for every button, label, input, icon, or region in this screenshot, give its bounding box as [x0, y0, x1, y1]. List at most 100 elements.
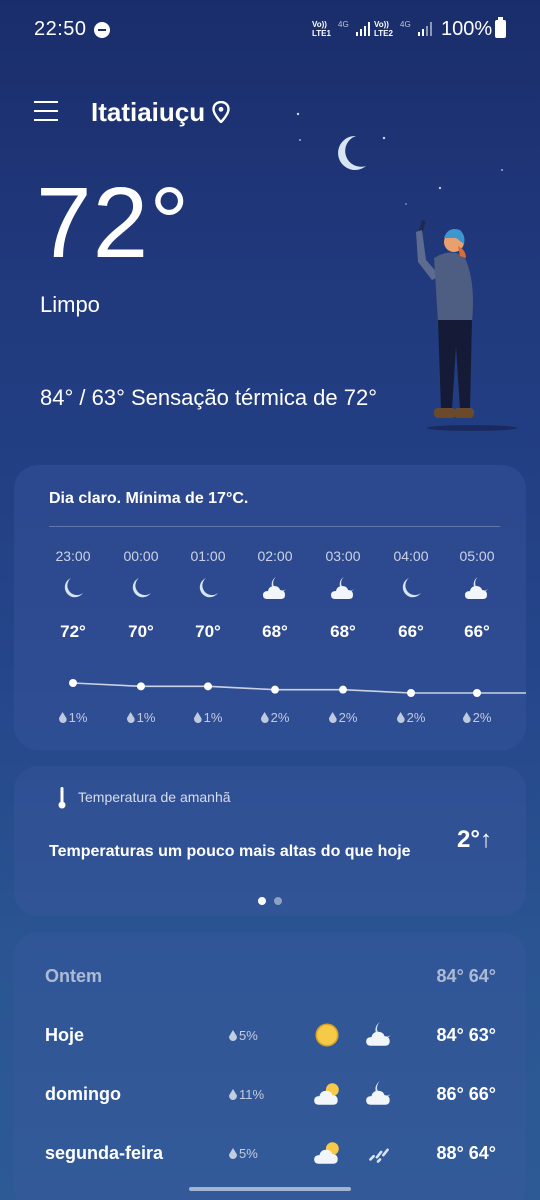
day-name: domingo: [45, 1084, 121, 1104]
moon-cloud-icon: [364, 1079, 394, 1109]
daily-row-yesterday[interactable]: Ontem 84° 64°: [14, 958, 526, 998]
day-precipitation: 5%: [229, 1146, 258, 1161]
page-dot[interactable]: [274, 897, 282, 905]
daily-row[interactable]: domingo 11% 86° 66°: [14, 1076, 526, 1116]
daily-row[interactable]: Hoje 5% 84° 63°: [14, 1017, 526, 1057]
menu-icon[interactable]: [34, 101, 58, 121]
hour-time: 01:00: [190, 548, 226, 564]
status-time: 22:50: [34, 18, 87, 40]
precipitation-value: 11%: [239, 1087, 265, 1102]
raindrop-icon: [328, 712, 337, 723]
temperature-point: [339, 685, 347, 694]
hour-temperature: 72°: [60, 622, 86, 641]
raindrop-icon: [229, 1089, 237, 1100]
moon-cloud-icon: [261, 575, 289, 603]
page-indicator[interactable]: [258, 896, 288, 906]
precipitation-value: 1%: [203, 710, 223, 725]
hour-precipitation: 1%: [173, 710, 243, 725]
hour-time: 04:00: [393, 548, 429, 564]
hourly-forecast-card[interactable]: Dia claro. Mínima de 17°C. 23:00 72° 1% 00:…: [14, 465, 526, 750]
tomorrow-description: Temperaturas um pouco mais altas do que …: [49, 843, 411, 860]
current-temperature: 72°: [36, 167, 191, 279]
precipitation-value: 1%: [136, 710, 156, 725]
hourly-summary: Dia claro. Mínima de 17°C.: [49, 490, 249, 507]
hour-temperature: 70°: [195, 622, 221, 641]
daily-row[interactable]: segunda-feira 5% 88° 64°: [14, 1135, 526, 1175]
day-temperatures: 88° 64°: [436, 1143, 496, 1163]
day-temperatures: 84° 64°: [436, 966, 496, 986]
hour-time: 03:00: [325, 548, 361, 564]
sun-cloud-icon: [312, 1079, 342, 1109]
raindrop-icon: [126, 712, 135, 723]
raindrop-icon: [229, 1148, 237, 1159]
hour-precipitation: 2%: [442, 710, 512, 725]
signal-bars-icon: [418, 20, 434, 36]
raindrop-icon: [58, 712, 67, 723]
raindrop-icon: [396, 712, 405, 723]
temperature-point: [271, 685, 279, 694]
temperature-point: [204, 682, 212, 691]
temperature-point: [473, 689, 481, 697]
hour-precipitation: 1%: [38, 710, 108, 725]
day-precipitation: 5%: [229, 1028, 258, 1043]
hour-temperature: 70°: [128, 622, 154, 641]
signal-bars-icon: [356, 20, 372, 36]
hour-precipitation: 2%: [308, 710, 378, 725]
day-name: Ontem: [45, 966, 103, 986]
precipitation-value: 2%: [338, 710, 358, 725]
tomorrow-temperature-card[interactable]: Temperatura de amanhã Temperaturas um po…: [14, 766, 526, 916]
moon-icon: [397, 575, 425, 603]
sim1-label: Vo)) LTE1: [312, 20, 331, 38]
sim1-signal: Vo)) LTE1 4G: [312, 18, 372, 40]
raindrop-icon: [193, 712, 202, 723]
temperature-point: [69, 679, 77, 687]
sun-cloud-icon: [312, 1138, 342, 1168]
stars: [296, 112, 503, 205]
sim2-label: Vo)) LTE2: [374, 20, 393, 38]
page-dot-active[interactable]: [258, 897, 266, 905]
do-not-disturb-icon: [94, 22, 110, 38]
day-precipitation: 11%: [229, 1087, 264, 1102]
hour-time: 23:00: [55, 548, 91, 564]
divider: [49, 526, 500, 527]
temperature-point: [407, 689, 415, 697]
sun-icon: [312, 1020, 342, 1050]
thermometer-icon: [58, 787, 66, 809]
day-temperatures: 86° 66°: [436, 1084, 496, 1104]
sim2-signal: Vo)) LTE2 4G: [374, 18, 434, 40]
sim1-network-label: 4G: [338, 20, 349, 29]
hour-time: 05:00: [459, 548, 495, 564]
hour-temperature: 68°: [262, 622, 288, 641]
battery-percentage: 100%: [441, 18, 493, 40]
moon-cloud-icon: [329, 575, 357, 603]
hour-temperature: 66°: [398, 622, 424, 641]
current-condition: Limpo: [40, 292, 100, 317]
moon-cloud-icon: [364, 1020, 394, 1050]
night-scene-illustration: [296, 112, 517, 431]
temperature-point: [137, 682, 145, 691]
day-temperatures: 84° 63°: [436, 1025, 496, 1045]
hour-temperature: 68°: [330, 622, 356, 641]
daily-forecast-card[interactable]: Ontem 84° 64° Hoje 5% 84° 63° domingo 11% 86°…: [14, 932, 526, 1200]
raindrop-icon: [229, 1030, 237, 1041]
moon-icon: [194, 575, 222, 603]
battery-icon: [495, 17, 506, 38]
hour-precipitation: 2%: [376, 710, 446, 725]
raindrop-icon: [462, 712, 471, 723]
hour-time: 02:00: [257, 548, 293, 564]
day-name: Hoje: [45, 1025, 85, 1045]
home-indicator[interactable]: [189, 1187, 351, 1191]
person-illustration: [416, 220, 517, 431]
sim2-network-label: 4G: [400, 20, 411, 29]
location-pin-icon[interactable]: [212, 101, 230, 123]
moon-icon: [59, 575, 87, 603]
rain-icon: [364, 1138, 394, 1168]
tomorrow-label: Temperatura de amanhã: [78, 789, 231, 805]
location-title[interactable]: Itatiaiuçu: [91, 97, 205, 128]
moon-cloud-icon: [463, 575, 491, 603]
hour-temperature: 66°: [464, 622, 490, 641]
hour-time: 00:00: [123, 548, 159, 564]
precipitation-value: 5%: [239, 1146, 258, 1161]
tomorrow-temperature-change: 2°↑: [457, 826, 492, 853]
precipitation-value: 2%: [270, 710, 290, 725]
